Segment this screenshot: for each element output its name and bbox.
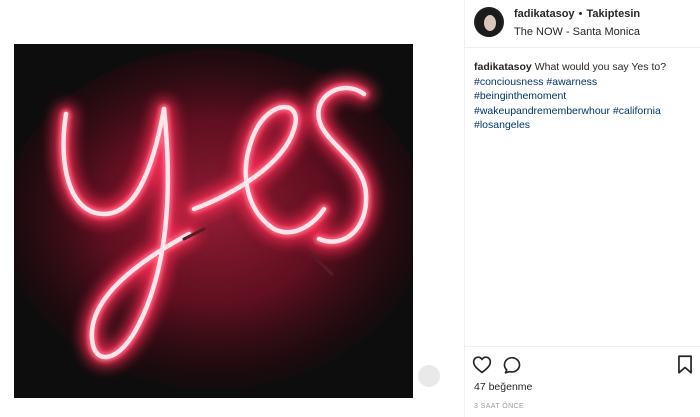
comment-bubble-icon[interactable] — [503, 355, 523, 374]
post-actions: 47 beğenme 3 SAAT ÖNCE — [465, 346, 700, 417]
hashtag-link[interactable]: #beinginthemoment — [474, 90, 566, 102]
instagram-post: fadikatasoy • Takiptesin The NOW - Santa… — [0, 0, 700, 417]
bookmark-icon[interactable] — [677, 355, 693, 374]
hashtag-link[interactable]: #awarness — [546, 76, 597, 88]
hashtag-link[interactable]: #wakeupandrememberwhour — [474, 105, 610, 117]
post-sidebar: fadikatasoy • Takiptesin The NOW - Santa… — [464, 0, 700, 417]
neon-yes-sign — [14, 44, 413, 398]
hashtag-link[interactable]: #california — [613, 105, 661, 117]
caption-text: What would you say Yes to? — [534, 61, 667, 73]
post-media-pane — [0, 0, 464, 417]
heart-icon[interactable] — [472, 355, 492, 374]
location-link[interactable]: The NOW - Santa Monica — [514, 26, 640, 38]
hashtag-link[interactable]: #losangeles — [474, 119, 530, 131]
post-caption: fadikatasoy What would you say Yes to? #… — [474, 60, 696, 133]
separator-dot: • — [578, 8, 583, 20]
header-title-line: fadikatasoy • Takiptesin — [514, 8, 640, 20]
post-photo[interactable] — [14, 44, 413, 398]
watermark-badge — [418, 365, 440, 387]
post-header: fadikatasoy • Takiptesin The NOW - Santa… — [465, 0, 700, 48]
post-timestamp[interactable]: 3 SAAT ÖNCE — [474, 403, 524, 410]
caption-username-link[interactable]: fadikatasoy — [474, 61, 532, 73]
author-username-link[interactable]: fadikatasoy — [514, 8, 575, 20]
hashtag-link[interactable]: #conciousness — [474, 76, 543, 88]
avatar[interactable] — [474, 7, 504, 37]
follow-status-button[interactable]: Takiptesin — [587, 8, 641, 20]
like-count[interactable]: 47 beğenme — [474, 381, 532, 393]
